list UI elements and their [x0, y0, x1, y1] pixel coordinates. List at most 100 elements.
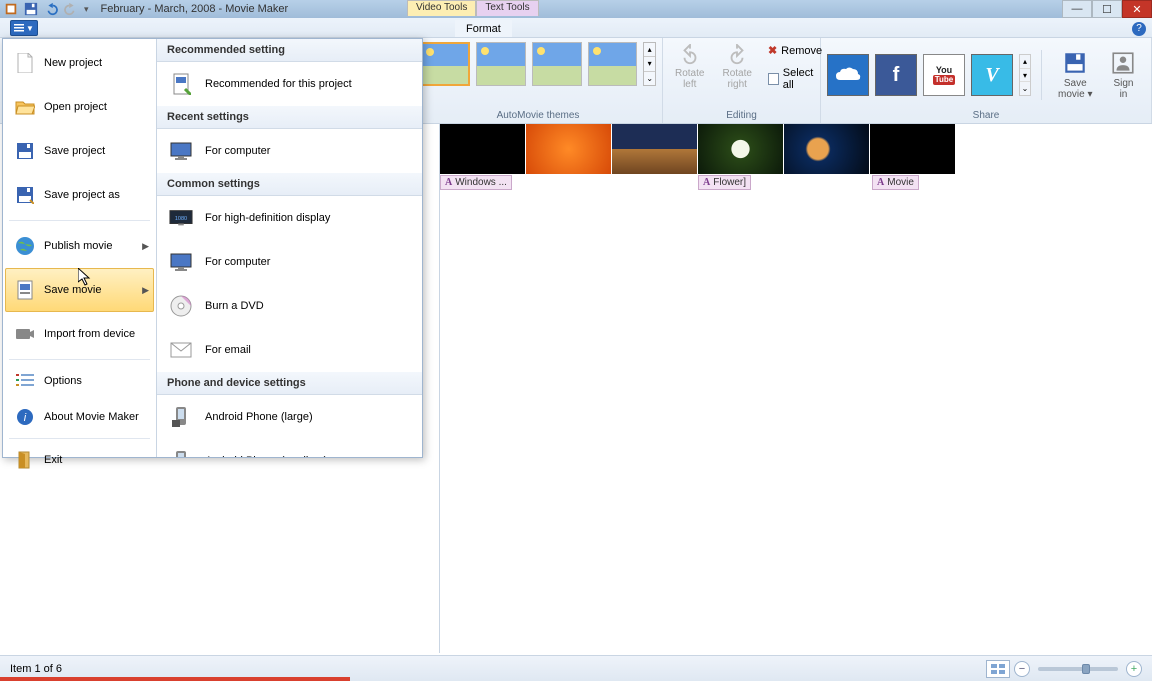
caption-text: Windows ... — [455, 177, 507, 188]
sign-in-label: Signin — [1113, 78, 1133, 100]
caption-tag[interactable]: AMovie — [872, 175, 919, 190]
qat-more-icon[interactable]: ▾ — [84, 4, 89, 15]
submenu-recommended[interactable]: Recommended for this project — [157, 62, 422, 106]
youtube-label-top: You — [936, 65, 952, 75]
clip-thumb[interactable] — [784, 124, 870, 174]
theme-thumb[interactable] — [532, 42, 582, 86]
share-facebook-button[interactable]: f — [875, 54, 917, 96]
floppy-icon — [14, 140, 36, 162]
sign-in-button[interactable]: Signin — [1104, 48, 1142, 102]
chevron-right-icon: ▶ — [142, 241, 149, 252]
submenu-label: Recommended for this project — [205, 78, 352, 90]
status-text: Item 1 of 6 — [10, 663, 62, 675]
zoom-slider[interactable] — [1038, 667, 1118, 671]
menu-label: About Movie Maker — [44, 411, 139, 423]
submenu-for-computer[interactable]: For computer — [157, 129, 422, 173]
file-menu-save-project[interactable]: Save project — [5, 129, 154, 173]
share-onedrive-button[interactable] — [827, 54, 869, 96]
maximize-button[interactable]: ☐ — [1092, 0, 1122, 18]
undo-icon[interactable] — [44, 2, 58, 16]
menu-label: Save movie — [44, 284, 101, 296]
remove-icon: ✖ — [768, 44, 777, 57]
submenu-android-large[interactable]: Android Phone (large) — [157, 395, 422, 439]
menu-label: Open project — [44, 101, 107, 113]
save-icon[interactable] — [24, 2, 38, 16]
submenu-burn-dvd[interactable]: Burn a DVD — [157, 284, 422, 328]
zoom-in-button[interactable]: + — [1126, 661, 1142, 677]
rotate-right-button: Rotateright — [716, 42, 757, 92]
app-icon — [4, 2, 18, 16]
view-mode-button[interactable] — [986, 660, 1010, 678]
remove-button[interactable]: ✖ Remove — [764, 42, 826, 59]
submenu-heading: Recent settings — [157, 106, 422, 129]
context-tab-video[interactable]: Video Tools — [407, 0, 476, 16]
minimize-button[interactable]: — — [1062, 0, 1092, 18]
share-vimeo-button[interactable]: V — [971, 54, 1013, 96]
help-icon[interactable]: ? — [1132, 22, 1146, 36]
file-menu-publish-movie[interactable]: Publish movie ▶ — [5, 224, 154, 268]
chevron-right-icon: ▶ — [142, 285, 149, 296]
select-all-button[interactable]: Select all — [764, 65, 826, 93]
submenu-label: Android Phone (large) — [205, 411, 313, 423]
submenu-hd-display[interactable]: 1080 For high-definition display — [157, 196, 422, 240]
rotate-right-label: Rotateright — [722, 68, 751, 90]
ribbon-tab-strip: ▼ Format ? — [0, 18, 1152, 38]
theme-gallery-more[interactable]: ▴▾⌄ — [643, 42, 656, 86]
close-button[interactable]: ✕ — [1122, 0, 1152, 18]
hd-monitor-icon: 1080 — [169, 206, 193, 230]
clip-thumb[interactable] — [526, 124, 612, 174]
submenu-android-medium[interactable]: Android Phone (medium) — [157, 439, 422, 457]
share-gallery-more[interactable]: ▴▾⌄ — [1019, 54, 1031, 96]
file-menu-save-project-as[interactable]: Save project as — [5, 173, 154, 217]
submenu-label: For computer — [205, 256, 270, 268]
theme-thumb[interactable] — [420, 42, 470, 86]
redo-icon[interactable] — [64, 2, 78, 16]
list-icon — [14, 370, 36, 392]
film-save-icon — [169, 72, 193, 96]
monitor-icon — [169, 250, 193, 274]
file-menu-new-project[interactable]: New project — [5, 41, 154, 85]
zoom-control: − + — [1014, 661, 1142, 677]
floppy-icon — [14, 184, 36, 206]
ribbon-tab-format[interactable]: Format — [455, 20, 512, 37]
theme-thumb[interactable] — [476, 42, 526, 86]
menu-label: Save project — [44, 145, 105, 157]
clip-thumb[interactable] — [612, 124, 698, 174]
file-menu-import-device[interactable]: Import from device — [5, 312, 154, 356]
menu-label: Exit — [44, 454, 62, 466]
submenu-for-email[interactable]: For email — [157, 328, 422, 372]
storyboard[interactable]: AWindows ... AFlower] AMovie — [440, 124, 1152, 653]
submenu-heading: Phone and device settings — [157, 372, 422, 395]
context-tab-text[interactable]: Text Tools — [476, 0, 538, 16]
clip-thumb[interactable] — [870, 124, 956, 174]
ribbon-group-editing: Rotateleft Rotateright ✖ Remove Select a… — [663, 38, 821, 123]
zoom-out-button[interactable]: − — [1014, 661, 1030, 677]
checkbox-icon — [768, 73, 779, 85]
menu-label: Import from device — [44, 328, 135, 340]
caption-tag[interactable]: AFlower] — [698, 175, 751, 190]
file-menu-about[interactable]: i About Movie Maker — [5, 399, 154, 435]
envelope-icon — [169, 338, 193, 362]
camera-icon — [14, 323, 36, 345]
submenu-for-computer-2[interactable]: For computer — [157, 240, 422, 284]
file-menu-exit[interactable]: Exit — [5, 442, 154, 478]
monitor-icon — [169, 139, 193, 163]
clip-thumb[interactable] — [440, 124, 526, 174]
clip-thumb[interactable] — [698, 124, 784, 174]
file-menu-button[interactable]: ▼ — [10, 20, 38, 36]
dvd-icon — [169, 294, 193, 318]
file-menu-save-movie[interactable]: Save movie ▶ — [5, 268, 154, 312]
save-movie-button[interactable]: Savemovie ▾ — [1052, 48, 1098, 102]
info-icon: i — [14, 406, 36, 428]
share-youtube-button[interactable]: You Tube — [923, 54, 965, 96]
file-menu-options[interactable]: Options — [5, 363, 154, 399]
theme-thumb[interactable] — [588, 42, 638, 86]
rotate-left-button: Rotateleft — [669, 42, 710, 92]
submenu-label: Android Phone (medium) — [205, 455, 327, 457]
submenu-label: For high-definition display — [205, 212, 330, 224]
ribbon-group-automovie: ▴▾⌄ AutoMovie themes — [414, 38, 663, 123]
caption-tag[interactable]: AWindows ... — [440, 175, 512, 190]
file-menu-left: New project Open project Save project Sa… — [3, 39, 156, 457]
file-menu-open-project[interactable]: Open project — [5, 85, 154, 129]
progress-strip — [0, 677, 350, 681]
